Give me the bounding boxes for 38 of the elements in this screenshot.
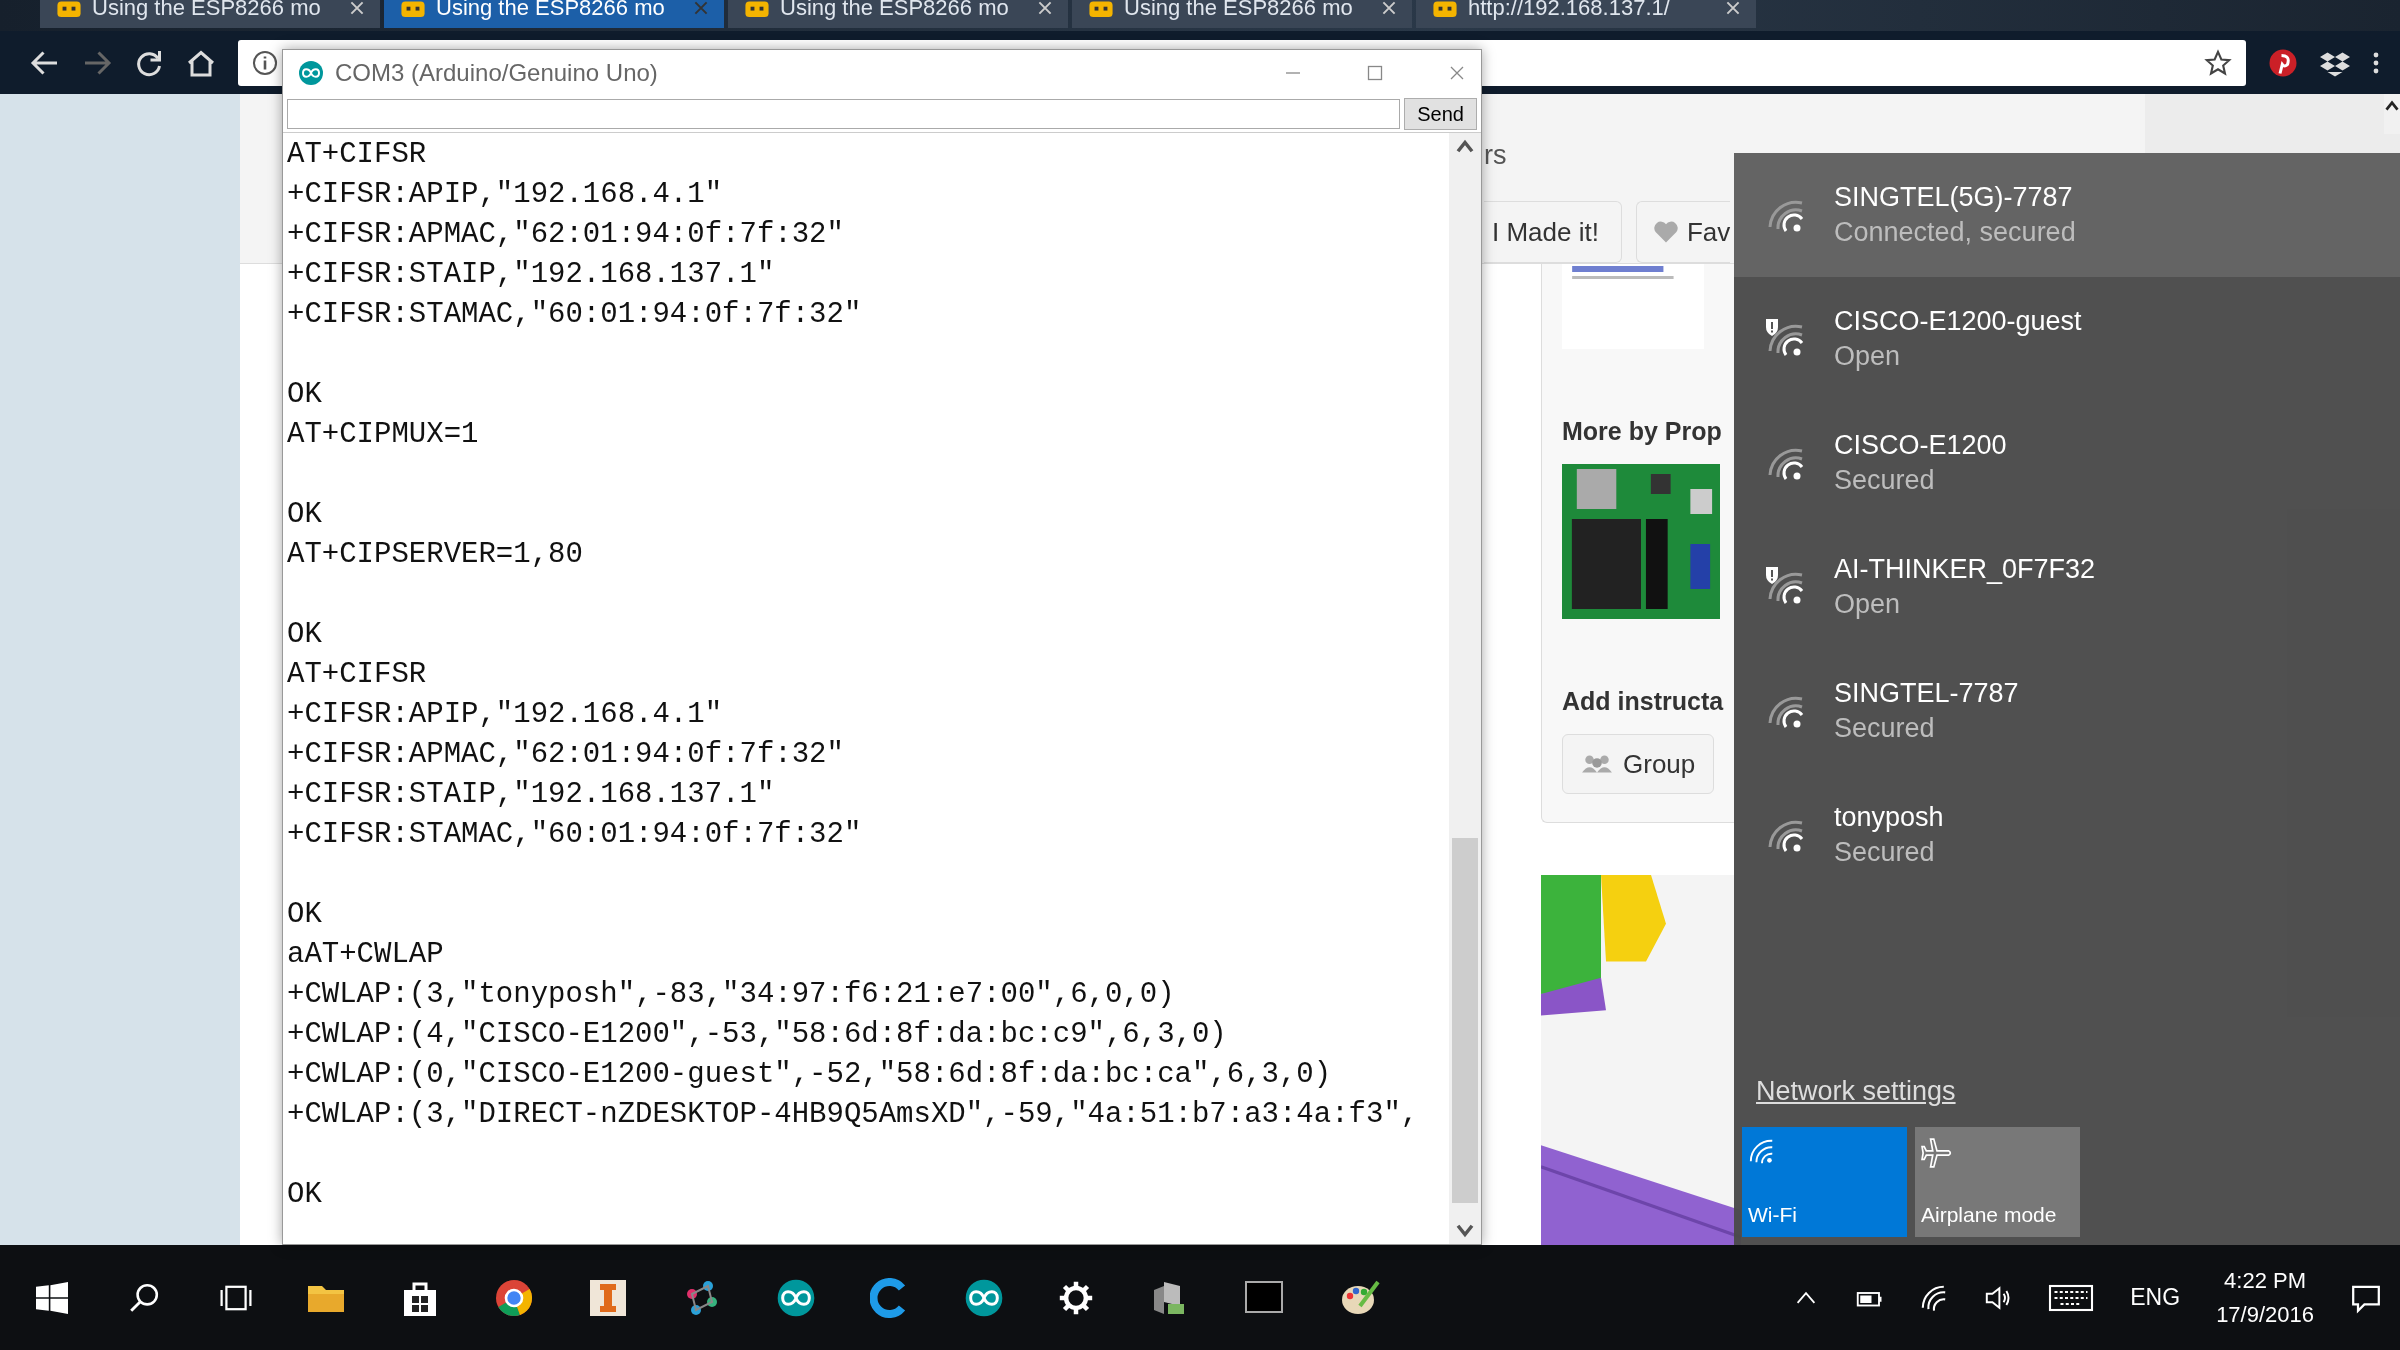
output-line: OK	[287, 377, 322, 413]
network-status: Open	[1834, 341, 1902, 372]
output-line: OK	[287, 497, 322, 533]
section-heading: More by Prop	[1562, 417, 1722, 446]
network-name: CISCO-E1200-guest	[1834, 306, 2082, 337]
window-title: COM3 (Arduino/Genuino Uno)	[335, 59, 658, 87]
network-name: SINGTEL(5G)-7787	[1834, 182, 2074, 213]
output-line: +CWLAP:(3,"DIRECT-nZDESKTOP-4HB9Q5AmsXD",-59,"4a:51:b7:a3:4a:f3",	[287, 1097, 1419, 1133]
output-line: +CIFSR:STAIP,"192.168.137.1"	[287, 777, 775, 813]
output-line: +CWLAP:(0,"CISCO-E1200-guest",-52,"58:6d:8f:da:bc:ca",6,3,0)	[287, 1057, 1332, 1093]
section-heading: Add instructa	[1562, 687, 1724, 716]
output-line: AT+CIFSR	[287, 137, 427, 173]
output-line: +CWLAP:(3,"tonyposh",-83,"34:97:f6:21:e7:00",6,0,0)	[287, 977, 1175, 1013]
output-line: OK	[287, 1177, 322, 1213]
network-status: Open	[1834, 589, 1902, 620]
output-line: +CIFSR:STAIP,"192.168.137.1"	[287, 257, 775, 293]
heading-fragment: rs	[1484, 140, 1508, 171]
output-line: AT+CIPSERVER=1,80	[287, 537, 583, 573]
network-name: SINGTEL-7787	[1834, 678, 2019, 709]
network-status: Secured	[1834, 713, 1936, 744]
output-line: +CIFSR:APMAC,"62:01:94:0f:7f:32"	[287, 737, 844, 773]
output-line: AT+CIFSR	[287, 657, 427, 693]
output-line: +CIFSR:APMAC,"62:01:94:0f:7f:32"	[287, 217, 844, 253]
output-line: +CIFSR:APIP,"192.168.4.1"	[287, 177, 723, 213]
output-line: aAT+CWLAP	[287, 937, 444, 973]
output-line: +CIFSR:STAMAC,"60:01:94:0f:7f:32"	[287, 297, 862, 333]
network-status: Secured	[1834, 465, 1936, 496]
network-status: Secured	[1834, 837, 1936, 868]
output-line: OK	[287, 617, 322, 653]
network-name: tonyposh	[1834, 802, 1944, 833]
output-line: +CIFSR:APIP,"192.168.4.1"	[287, 697, 723, 733]
output-line: OK	[287, 897, 322, 933]
network-name: AI-THINKER_0F7F32	[1834, 554, 2096, 585]
network-status: Connected, secured	[1834, 217, 2076, 248]
output-line: AT+CIPMUX=1	[287, 417, 479, 453]
output-line: +CIFSR:STAMAC,"60:01:94:0f:7f:32"	[287, 817, 862, 853]
network-name: CISCO-E1200	[1834, 430, 2007, 461]
output-line: +CWLAP:(4,"CISCO-E1200",-53,"58:6d:8f:da:bc:c9",6,3,0)	[287, 1017, 1227, 1053]
